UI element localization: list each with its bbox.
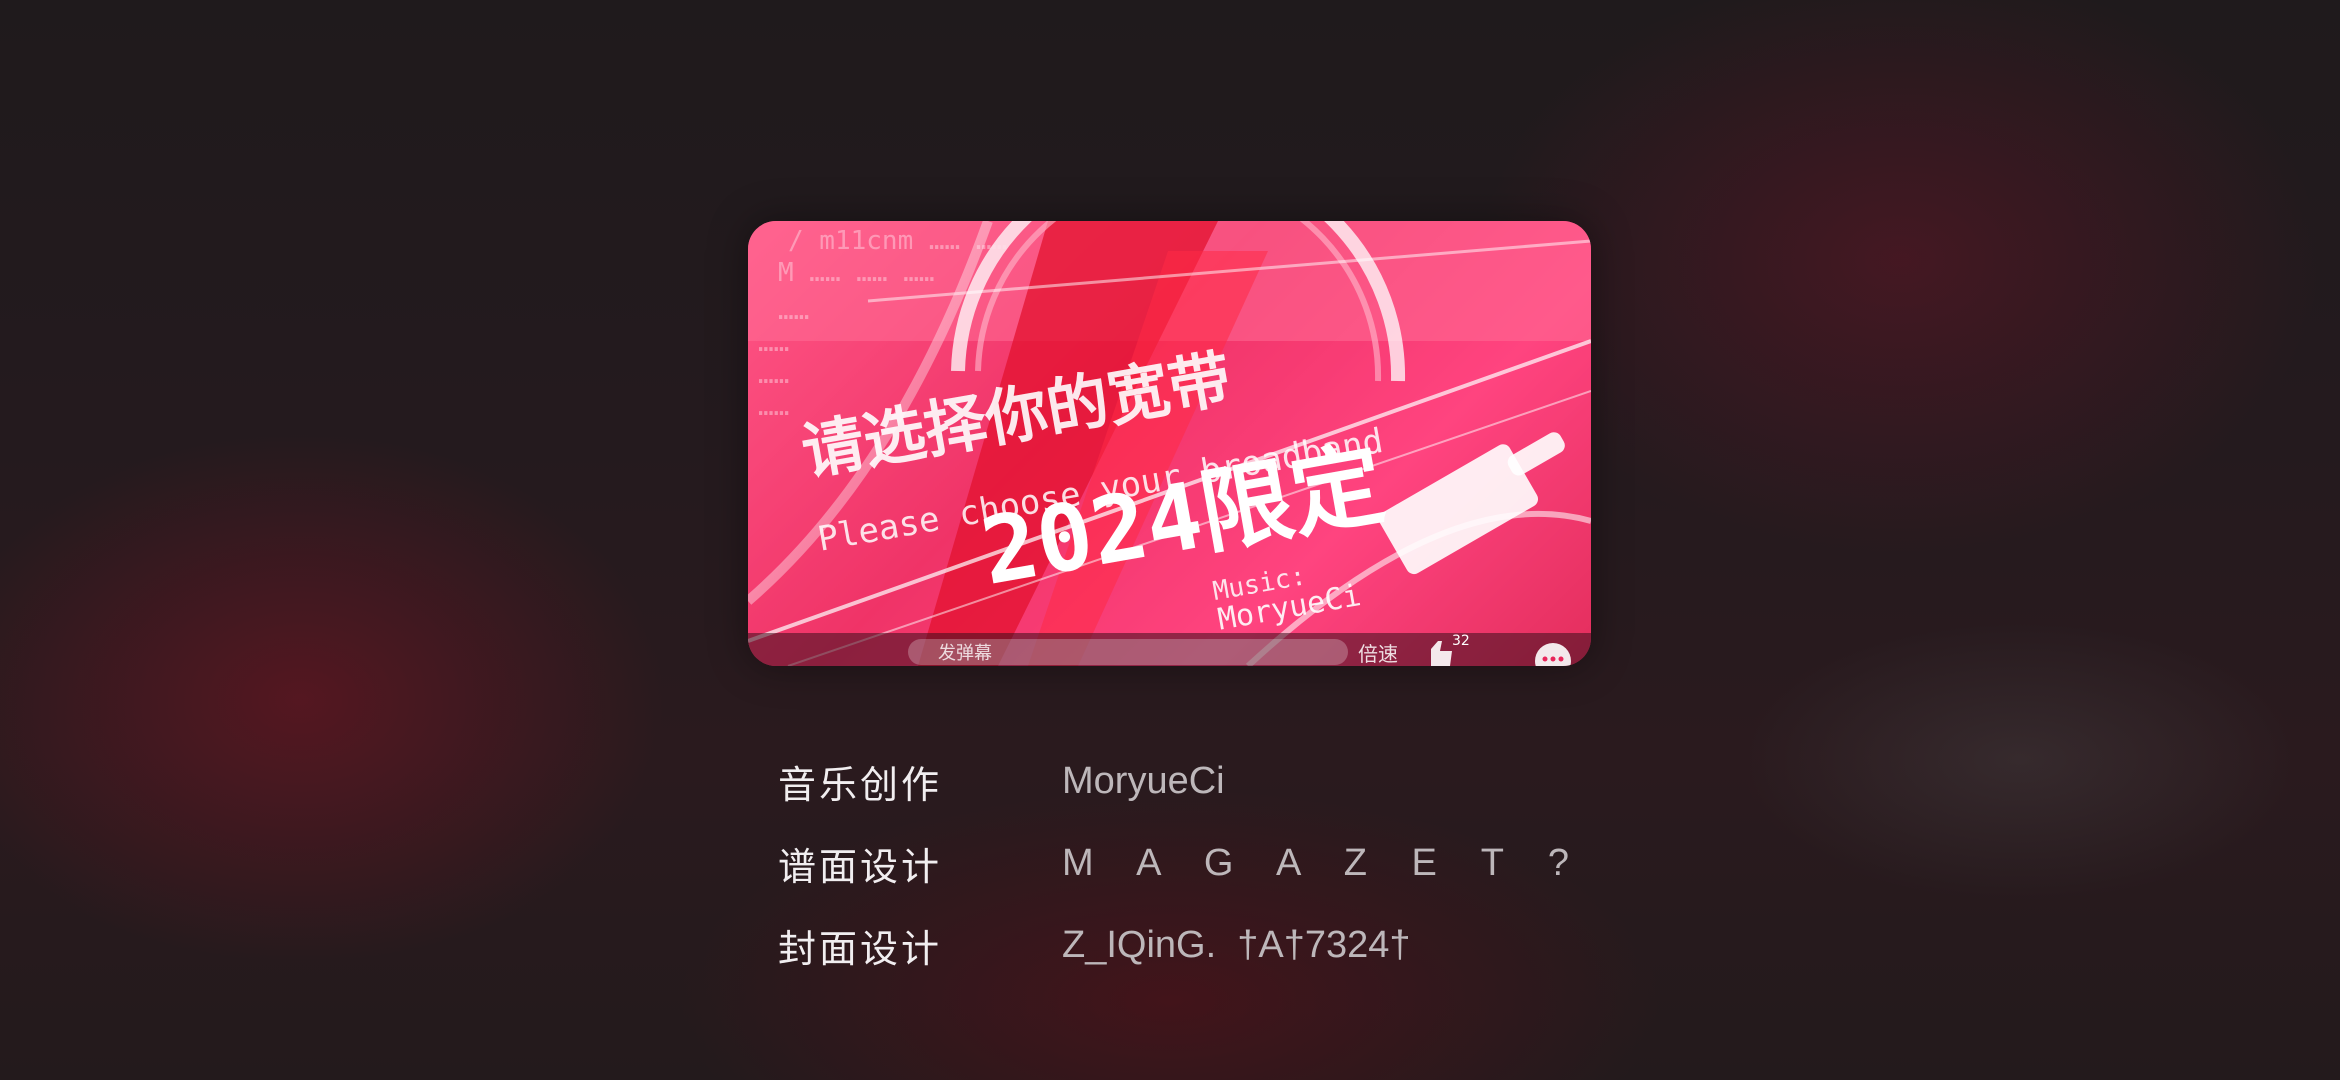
svg-text:……: …… [778, 296, 809, 326]
credit-row-chart-design: 谱面设计 M A G A Z E T ? [778, 822, 1678, 904]
svg-text:……: …… [758, 360, 789, 390]
credit-label: 音乐创作 [778, 762, 943, 807]
danmaku-placeholder: 发弹幕 [938, 643, 992, 664]
svg-text:……: …… [758, 392, 789, 422]
credit-row-composer: 音乐创作 MoryueCi [778, 740, 1678, 822]
credit-value: Z_IQinG. †A†7324† [1062, 923, 1411, 966]
credit-label: 谱面设计 [778, 844, 943, 889]
svg-text:M …… …… ……: M …… …… …… [778, 258, 935, 288]
credit-value: M A G A Z E T ? [1062, 841, 1586, 884]
svg-text:/ m11cnm …… ……: / m11cnm …… …… [788, 226, 1007, 256]
credit-row-cover-design: 封面设计 Z_IQinG. †A†7324† [778, 904, 1678, 986]
credit-value: MoryueCi [1062, 759, 1225, 802]
like-count: 32 [1452, 633, 1470, 649]
speed-label: 倍速 [1358, 642, 1398, 666]
svg-text:……: …… [758, 328, 789, 358]
credit-label: 封面设计 [778, 926, 943, 971]
song-cover-art: / m11cnm …… …… M …… …… …… …… …… …… …… 请选… [748, 221, 1591, 666]
cover-artwork: / m11cnm …… …… M …… …… …… …… …… …… …… 请选… [748, 221, 1591, 666]
song-credits: 音乐创作 MoryueCi 谱面设计 M A G A Z E T ? 封面设计 … [778, 740, 1678, 986]
